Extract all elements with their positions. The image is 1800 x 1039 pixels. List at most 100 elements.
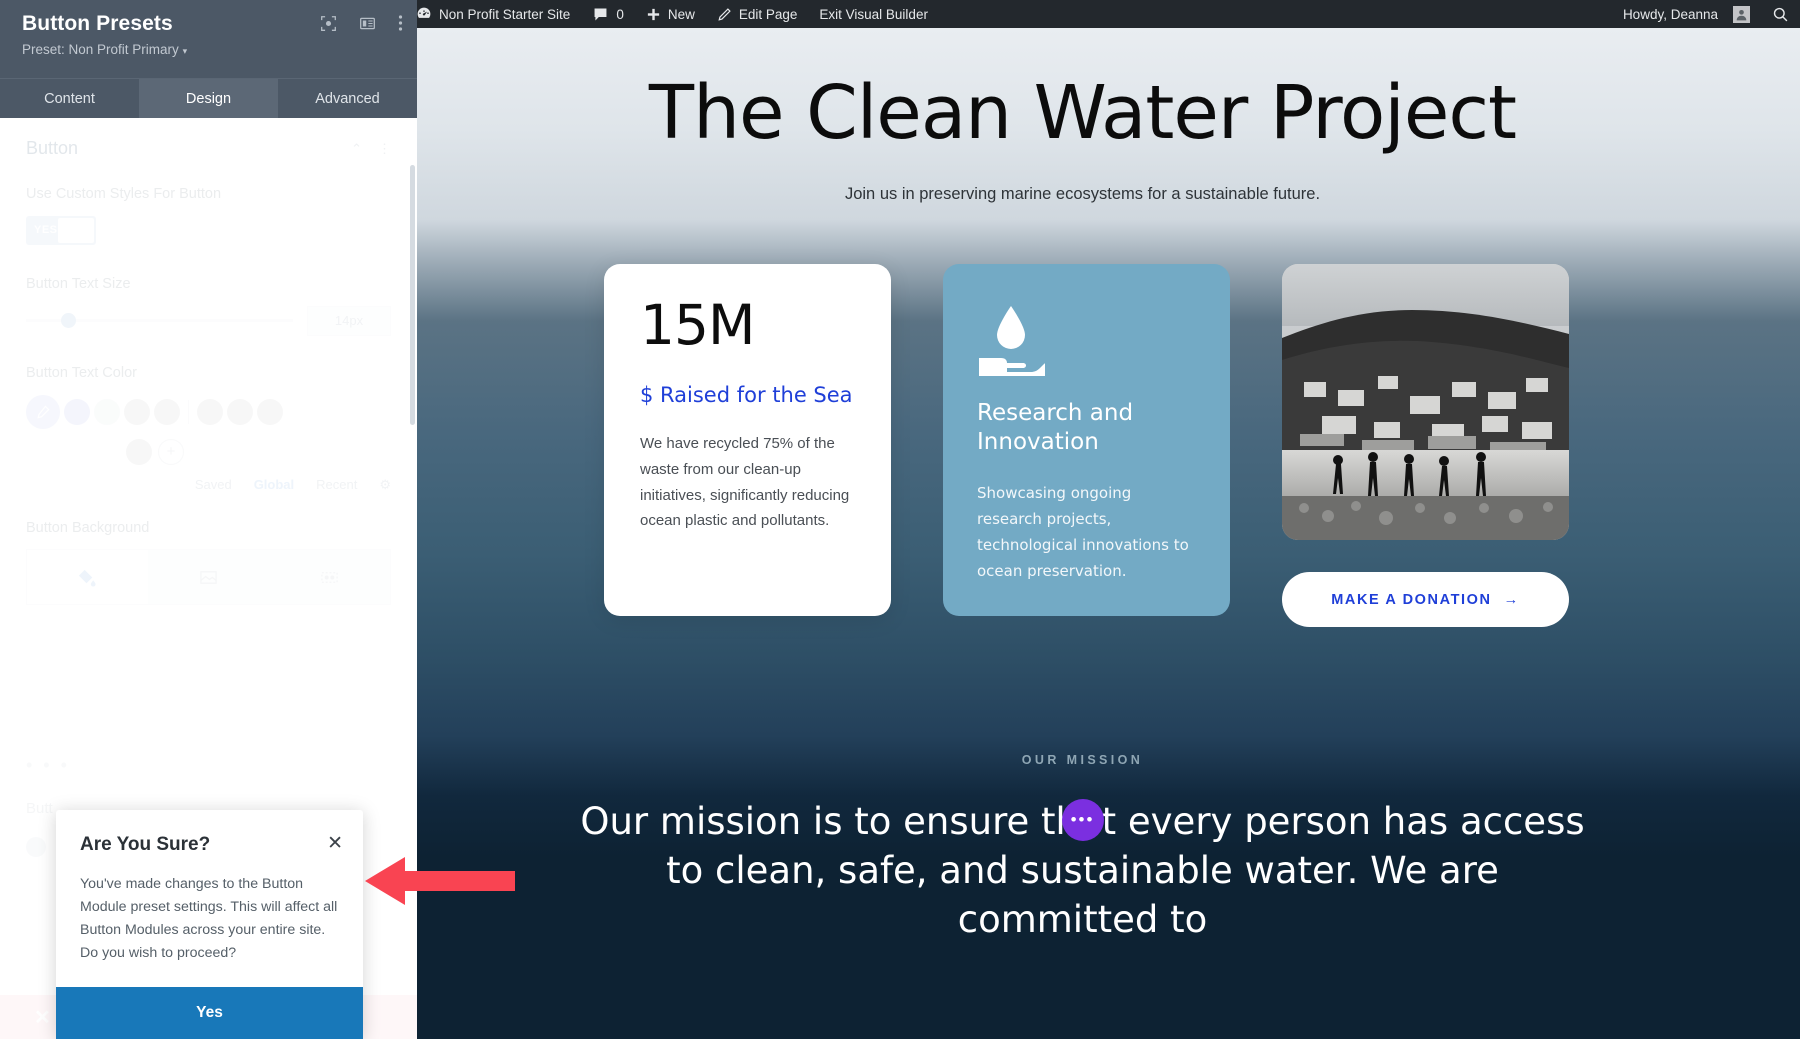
panel-scrollbar[interactable] [410,165,415,425]
feature-body: Showcasing ongoing research projects, te… [977,484,1189,580]
ghost-dots: • • • [26,755,70,776]
use-custom-styles-toggle[interactable]: YES [26,215,96,245]
module-options-fab[interactable]: ••• [1061,799,1104,841]
color-picker-icon[interactable] [26,394,60,429]
feature-card: Research and Innovation Showcasing ongoi… [943,264,1230,616]
palette-tab-saved[interactable]: Saved [195,477,232,492]
chevron-down-icon: ▾ [182,46,188,56]
palette-tab-global[interactable]: Global [254,477,294,492]
screen-root: The Clean Water Project Join us in prese… [0,0,1800,1039]
background-type-tabs [26,549,391,606]
exit-builder-label: Exit Visual Builder [819,6,928,22]
custom-styles-label: Use Custom Styles For Button [26,186,222,202]
donate-button-label: MAKE A DONATION [1331,591,1492,608]
section-more-icon[interactable]: ⋮ [378,141,391,157]
confirm-yes-button[interactable]: Yes [56,987,363,1039]
admin-bar-new[interactable]: New [635,0,706,28]
make-a-donation-button[interactable]: MAKE A DONATION → [1282,572,1569,627]
admin-bar-comments[interactable]: 0 [581,0,635,28]
preset-selector[interactable]: Preset: Non Profit Primary ▾ [22,42,399,57]
tab-content[interactable]: Content [0,79,139,118]
add-swatch-icon[interactable]: + [158,438,184,465]
background-image-tab[interactable] [148,550,269,604]
button-background-label: Button Background [26,519,150,536]
tab-advanced[interactable]: Advanced [278,79,417,118]
swatch-divider [188,399,189,424]
stat-number: 15M [640,293,755,357]
admin-bar-account[interactable]: Howdy, Deanna [1612,0,1761,28]
edit-page-label: Edit Page [738,6,798,22]
comment-count: 0 [616,6,624,22]
ellipsis-icon: ••• [1070,810,1095,829]
tab-design[interactable]: Design [139,79,278,118]
swatch-2[interactable] [94,398,120,425]
new-label: New [667,6,695,22]
swatch-5[interactable] [197,398,223,425]
close-icon[interactable]: ✕ [327,834,343,853]
photo-card: MAKE A DONATION → [1282,264,1569,627]
background-color-tab[interactable] [27,550,148,605]
cards-row: 15M $ Raised for the Sea We have recycle… [365,264,1800,627]
stat-body: We have recycled 75% of the waste from o… [640,435,850,530]
confirm-dialog-title: Are You Sure? [80,834,211,855]
panel-tabs: Content Design Advanced [0,78,417,118]
search-icon [1773,7,1788,21]
stat-card: 15M $ Raised for the Sea We have recycle… [604,264,891,616]
palette-settings-icon[interactable]: ⚙ [379,477,391,493]
toggle-value-label: YES [34,224,58,237]
preset-label: Preset: Non Profit Primary [22,42,179,57]
swatch-3[interactable] [124,398,150,425]
ghost-circle [26,837,46,858]
admin-bar-site-name[interactable]: Non Profit Starter Site [405,0,581,28]
confirm-dialog-body: You've made changes to the Button Module… [80,876,338,961]
palette-tabs: Saved Global Recent ⚙ [26,477,391,493]
water-drop-in-hand-icon [977,302,1196,387]
swatch-4[interactable] [154,398,180,425]
page-preview: The Clean Water Project Join us in prese… [365,28,1800,1039]
palette-tab-recent[interactable]: Recent [316,477,357,492]
section-title-label: Button [26,138,79,158]
text-size-slider[interactable] [26,313,293,329]
plus-icon [647,8,659,20]
mission-section: OUR MISSION Our mission is to ensure tha… [365,753,1800,945]
wp-admin-bar: Non Profit Starter Site 0 New Edit Page … [365,0,1800,28]
avatar [1733,5,1750,23]
arrow-right-icon: → [1503,591,1520,608]
mission-eyebrow: OUR MISSION [1021,753,1144,767]
focus-target-icon[interactable] [320,15,337,32]
panel-header-icons [320,14,403,32]
toggle-knob [58,217,94,243]
pencil-icon [718,7,731,21]
panel-layout-icon[interactable] [359,15,376,32]
section-button[interactable]: Button ⌃ ⋮ [26,138,391,159]
more-options-icon[interactable] [398,14,403,32]
slider-handle[interactable] [60,313,76,329]
page-subtitle: Join us in preserving marine ecosystems … [844,185,1321,203]
admin-bar-exit-visual-builder[interactable]: Exit Visual Builder [808,0,939,28]
admin-bar-search-button[interactable] [1761,0,1800,28]
text-size-value-input[interactable]: 14px [307,305,391,336]
close-icon[interactable]: ✕ [34,1005,51,1030]
stat-label: $ Raised for the Sea [640,383,853,407]
swatch-6[interactable] [227,398,253,425]
site-name-label: Non Profit Starter Site [439,6,571,22]
admin-bar-edit-page[interactable]: Edit Page [706,0,809,28]
button-text-size-slider-row: 14px [26,305,391,336]
panel-header: Button Presets Preset: Non Profit Primar… [0,0,417,78]
section-icons: ⌃ ⋮ [351,141,391,157]
comment-bubble-icon [594,8,607,20]
confirm-dialog: Are You Sure? ✕ You've made changes to t… [56,810,363,1039]
swatch-8[interactable] [126,438,152,465]
text-color-swatches [26,394,391,429]
admin-bar-right: Howdy, Deanna [1612,0,1800,28]
swatch-1[interactable] [64,398,90,425]
coastal-village-photo [1282,264,1569,540]
button-text-size-label: Button Text Size [26,275,131,292]
chevron-up-icon[interactable]: ⌃ [351,141,362,157]
dashboard-icon [417,7,431,18]
background-gradient-tab[interactable] [269,550,390,604]
page-title: The Clean Water Project [648,70,1517,156]
howdy-label: Howdy, Deanna [1622,6,1718,22]
swatch-7[interactable] [257,398,283,425]
button-text-color-label: Button Text Color [26,364,137,381]
